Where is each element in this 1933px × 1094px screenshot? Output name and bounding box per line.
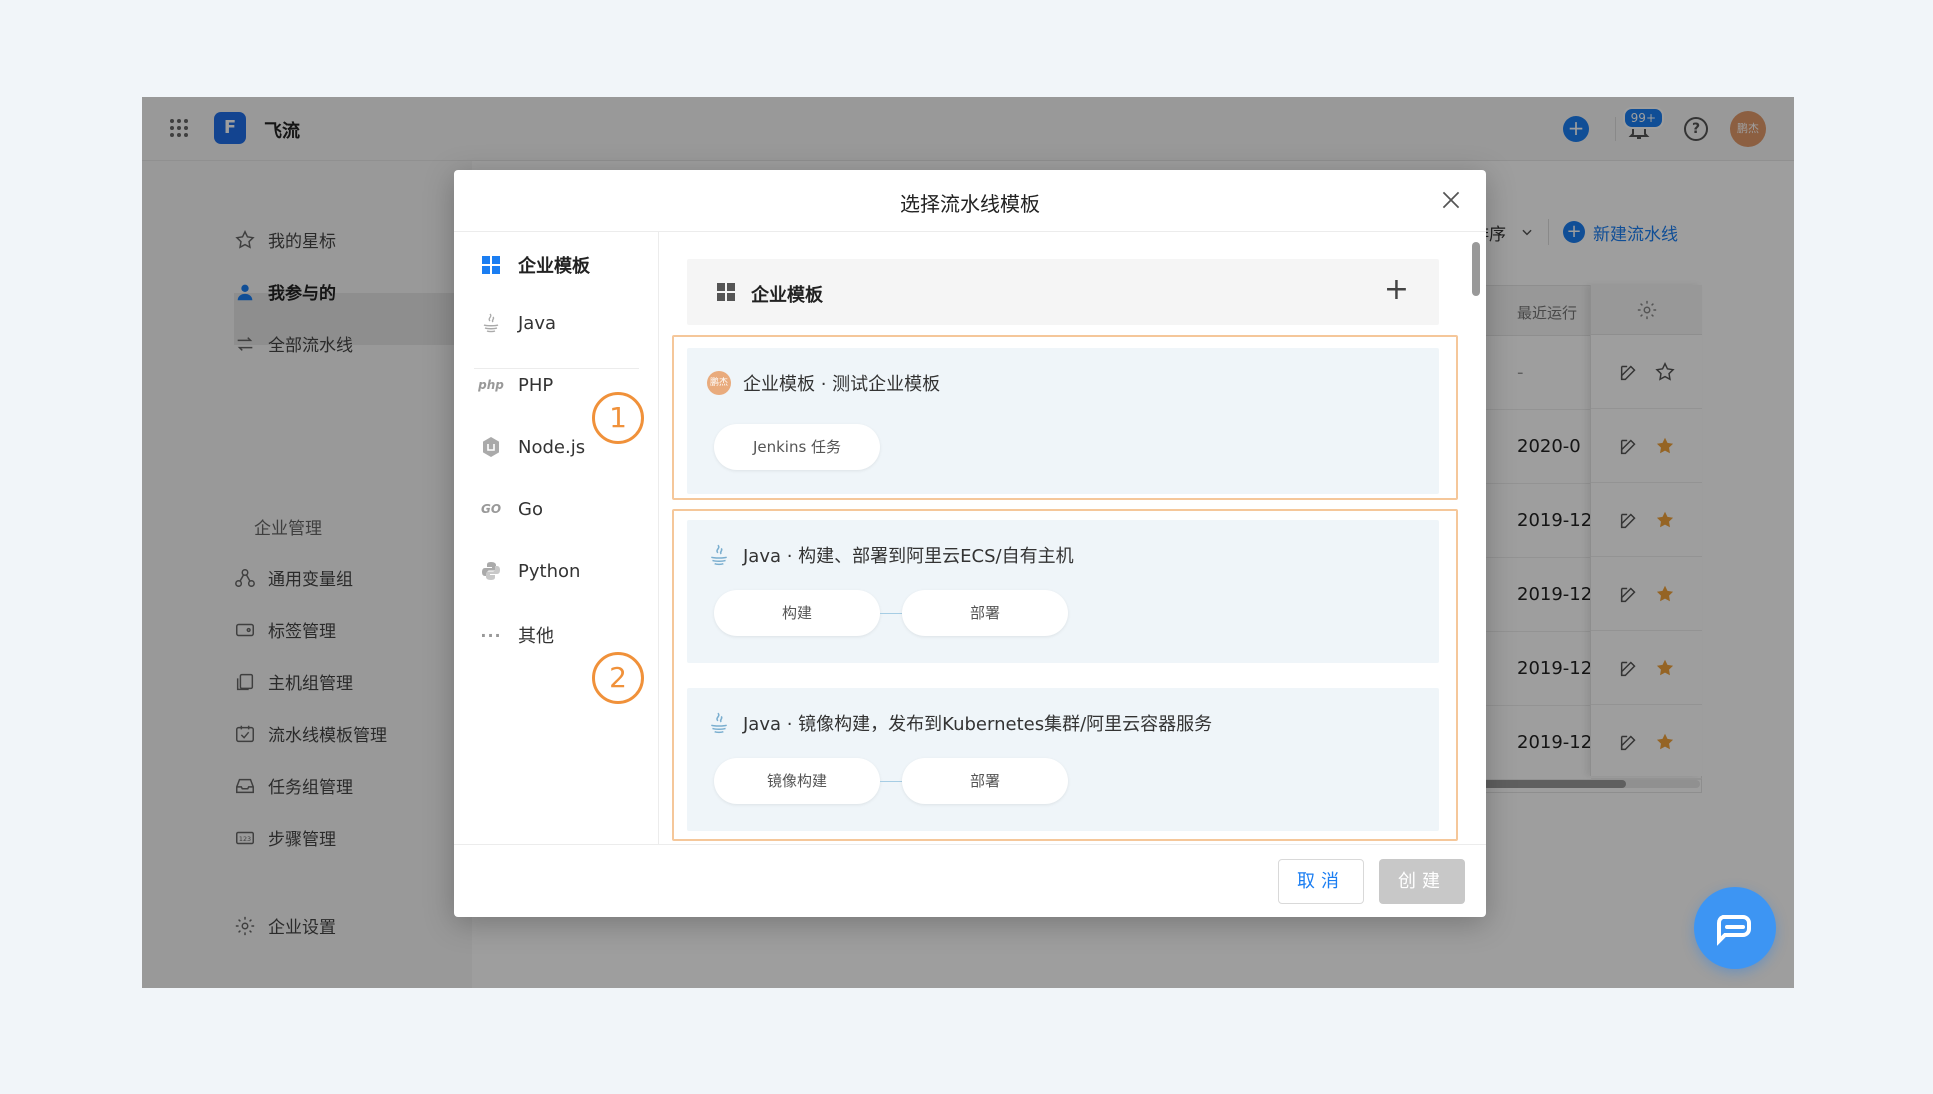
category-label: Go [518, 498, 543, 520]
nodejs-icon [480, 436, 502, 458]
category-go[interactable]: GO Go [480, 498, 543, 520]
more-icon: ··· [480, 625, 502, 645]
category-nodejs[interactable]: Node.js [480, 436, 585, 458]
template-title-row: 鹏杰 企业模板 · 测试企业模板 [707, 370, 940, 396]
category-enterprise[interactable]: 企业模板 [480, 252, 590, 278]
template-title-row: Java · 构建、部署到阿里云ECS/自有主机 [707, 542, 1074, 568]
create-button[interactable]: 创建 [1379, 859, 1465, 904]
divider [474, 368, 639, 369]
template-group-title: 企业模板 [751, 285, 823, 306]
vertical-scrollbar[interactable] [1466, 232, 1486, 844]
scrollbar-thumb[interactable] [1472, 242, 1480, 296]
annotation-badge-2: 2 [592, 652, 644, 704]
python-icon [480, 560, 502, 582]
cancel-button[interactable]: 取消 [1278, 859, 1364, 904]
category-other[interactable]: ··· 其他 [480, 622, 554, 648]
category-php[interactable]: php PHP [478, 374, 554, 396]
grid-icon [717, 283, 735, 301]
template-card-enterprise-test[interactable]: 鹏杰 企业模板 · 测试企业模板 Jenkins 任务 [687, 348, 1439, 494]
dialog-title: 选择流水线模板 [900, 192, 1040, 216]
java-icon [711, 544, 727, 566]
template-title: 企业模板 · 测试企业模板 [743, 374, 941, 395]
template-group-header: 企业模板 + [687, 259, 1439, 325]
avatar: 鹏杰 [707, 371, 731, 395]
grid-icon [480, 254, 502, 276]
template-card-java-ecs[interactable]: Java · 构建、部署到阿里云ECS/自有主机 构建 部署 [687, 520, 1439, 663]
category-python[interactable]: Python [480, 560, 580, 582]
category-label: PHP [518, 374, 554, 396]
category-label: Java [518, 312, 557, 334]
stage-pill: 构建 [714, 590, 880, 636]
php-icon: php [478, 378, 504, 392]
dialog-header: 选择流水线模板 [454, 170, 1486, 232]
close-icon[interactable] [1438, 187, 1464, 213]
category-label: 企业模板 [518, 256, 590, 277]
stage-pill: Jenkins 任务 [714, 424, 880, 470]
go-icon: GO [480, 502, 502, 516]
stage-pill: 部署 [902, 590, 1068, 636]
category-label: Node.js [518, 436, 586, 458]
stage-connector [880, 781, 902, 782]
template-list: 企业模板 + 鹏杰 企业模板 · 测试企业模板 Jenkins 任务 Java … [660, 232, 1466, 844]
dialog-footer: 取消 创建 [454, 844, 1486, 917]
stage-connector [880, 613, 902, 614]
add-template-icon[interactable]: + [1384, 275, 1409, 305]
stage-pill: 部署 [902, 758, 1068, 804]
stage-pill: 镜像构建 [714, 758, 880, 804]
category-java[interactable]: Java [480, 312, 556, 334]
java-icon [711, 712, 727, 734]
template-card-java-k8s[interactable]: Java · 镜像构建，发布到Kubernetes集群/阿里云容器服务 镜像构建… [687, 688, 1439, 831]
template-title: Java · 镜像构建，发布到Kubernetes集群/阿里云容器服务 [743, 714, 1213, 735]
template-title-row: Java · 镜像构建，发布到Kubernetes集群/阿里云容器服务 [707, 710, 1212, 736]
java-icon [480, 312, 502, 334]
chat-icon [1717, 915, 1751, 946]
chat-button[interactable] [1694, 887, 1776, 969]
category-label: 其他 [518, 626, 554, 647]
template-category-list: 企业模板 Java php PHP Node.js GO Go Python ·… [454, 232, 659, 844]
annotation-badge-1: 1 [592, 392, 644, 444]
select-template-dialog: 选择流水线模板 企业模板 Java php PHP Node.js GO Go … [454, 170, 1486, 917]
template-title: Java · 构建、部署到阿里云ECS/自有主机 [743, 546, 1074, 567]
category-label: Python [518, 560, 581, 582]
